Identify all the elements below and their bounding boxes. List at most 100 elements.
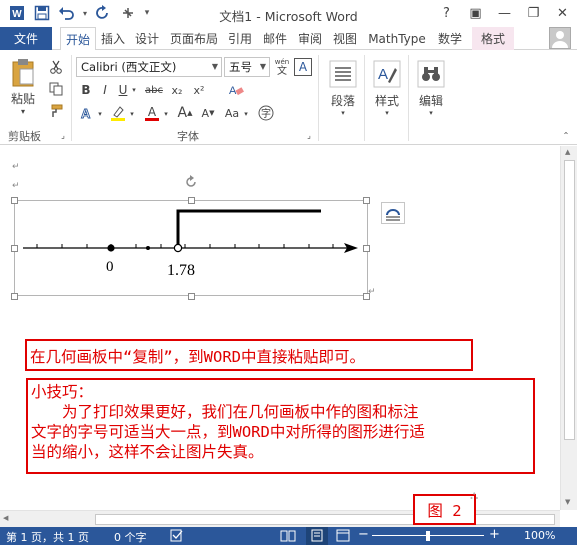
font-color-dropdown-icon[interactable]: ▾ bbox=[162, 106, 170, 122]
tab-insert[interactable]: 插入 bbox=[97, 27, 129, 50]
annotation-tip: 小技巧： 为了打印效果更好，我们在几何画板中作的图和标注 文字的字号可适当大一点… bbox=[26, 378, 535, 474]
horizontal-scroll-thumb[interactable] bbox=[95, 514, 555, 525]
resize-handle[interactable] bbox=[11, 293, 18, 300]
print-layout-icon[interactable] bbox=[306, 527, 328, 545]
zoom-slider-thumb[interactable] bbox=[426, 531, 430, 541]
cut-icon[interactable] bbox=[46, 58, 66, 76]
paste-label: 粘贴 bbox=[10, 92, 35, 106]
user-avatar[interactable] bbox=[549, 27, 571, 49]
layout-options-icon[interactable] bbox=[381, 202, 405, 224]
tip-line-1: 为了打印效果更好，我们在几何画板中作的图和标注 bbox=[31, 403, 419, 421]
effects-dropdown-icon[interactable]: ▾ bbox=[96, 106, 104, 122]
tab-layout[interactable]: 页面布局 bbox=[166, 27, 222, 50]
vertical-scroll-thumb[interactable] bbox=[564, 160, 575, 440]
format-painter-icon[interactable] bbox=[46, 102, 66, 120]
resize-handle[interactable] bbox=[188, 197, 195, 204]
highlight-icon[interactable] bbox=[108, 104, 128, 122]
superscript-button[interactable]: x² bbox=[190, 81, 208, 99]
vertical-scrollbar[interactable]: ▲ ▼ bbox=[560, 146, 577, 510]
underline-button[interactable]: U bbox=[116, 81, 130, 99]
clipboard-launcher-icon[interactable]: ⌟ bbox=[58, 130, 68, 140]
tip-line-3: 当的缩小，这样不会让图片失真。 bbox=[31, 443, 264, 461]
tip-title: 小技巧： bbox=[31, 383, 94, 401]
font-launcher-icon[interactable]: ⌟ bbox=[304, 130, 314, 140]
ribbon-home: 粘贴 ▾ 剪贴板 ⌟ Calibri (西文正文) ▼ 五号 ▼ wén 文 A… bbox=[0, 50, 577, 145]
clipboard-group-label: 剪贴板 bbox=[8, 130, 41, 143]
shrink-font-button[interactable]: A ▼ bbox=[198, 104, 218, 122]
word-count-status[interactable]: 0 个字 bbox=[114, 529, 147, 545]
ribbon-tabs: 文件 开始 插入 设计 页面布局 引用 邮件 审阅 视图 MathType 数学… bbox=[0, 27, 577, 51]
font-size-combo[interactable]: 五号 ▼ bbox=[224, 57, 270, 77]
tip-line-2: 文字的字号可适当大一点，到WORD中对所得的图形进行适 bbox=[31, 423, 425, 441]
clear-format-icon[interactable]: A bbox=[226, 81, 246, 99]
font-color-button[interactable]: A bbox=[142, 104, 162, 122]
italic-button[interactable]: I bbox=[98, 81, 112, 99]
char-border-button[interactable]: A bbox=[294, 58, 312, 76]
paragraph-mark-icon: ↵ bbox=[12, 181, 20, 191]
pasted-drawing[interactable]: 0 1.78 bbox=[11, 197, 370, 300]
grow-font-button[interactable]: A ▲ bbox=[175, 104, 195, 122]
restore-button[interactable]: ❐ bbox=[519, 0, 548, 27]
resize-handle[interactable] bbox=[363, 197, 370, 204]
styles-label: 样式 bbox=[374, 93, 399, 108]
text-effects-icon[interactable]: A bbox=[78, 104, 96, 122]
font-name-combo[interactable]: Calibri (西文正文) ▼ bbox=[76, 57, 222, 77]
tab-design[interactable]: 设计 bbox=[131, 27, 163, 50]
resize-handle[interactable] bbox=[11, 197, 18, 204]
resize-handle[interactable] bbox=[11, 245, 18, 252]
chevron-down-icon: ▾ bbox=[385, 108, 389, 117]
subscript-button[interactable]: x₂ bbox=[168, 81, 186, 99]
paragraph-label: 段落 bbox=[330, 93, 355, 108]
tab-file[interactable]: 文件 bbox=[0, 27, 52, 50]
number-line-figure bbox=[23, 209, 358, 253]
underline-dropdown-icon[interactable]: ▾ bbox=[130, 82, 138, 98]
page-count-status[interactable]: 第 1 页，共 1 页 bbox=[6, 529, 89, 545]
scroll-down-icon[interactable]: ▼ bbox=[565, 498, 570, 506]
editing-button[interactable]: 编辑 ▾ bbox=[412, 56, 450, 120]
tab-references[interactable]: 引用 bbox=[224, 27, 256, 50]
tab-view[interactable]: 视图 bbox=[329, 27, 361, 50]
tab-mailings[interactable]: 邮件 bbox=[259, 27, 291, 50]
font-group-label: 字体 bbox=[177, 130, 199, 143]
help-button[interactable]: ? bbox=[432, 0, 461, 27]
change-case-dropdown-icon[interactable]: ▾ bbox=[242, 106, 250, 122]
copy-icon[interactable] bbox=[46, 80, 66, 98]
scroll-up-icon[interactable]: ▲ bbox=[565, 148, 570, 156]
paragraph-mark-icon: ↵ bbox=[12, 162, 20, 172]
phonetic-guide-button[interactable]: wén 文 bbox=[272, 56, 292, 78]
proofing-icon[interactable] bbox=[170, 529, 184, 545]
chevron-down-icon: ▾ bbox=[429, 108, 433, 117]
enclose-char-icon[interactable]: 字 bbox=[256, 104, 276, 122]
resize-handle[interactable] bbox=[188, 293, 195, 300]
font-color-bar bbox=[145, 117, 159, 121]
paragraph-button[interactable]: 段落 ▾ bbox=[324, 56, 362, 120]
highlight-dropdown-icon[interactable]: ▾ bbox=[128, 106, 136, 122]
tab-mathtype[interactable]: MathType bbox=[364, 27, 430, 50]
styles-button[interactable]: A 样式 ▾ bbox=[368, 56, 406, 120]
read-mode-icon[interactable] bbox=[280, 529, 296, 545]
rotate-handle-icon[interactable] bbox=[184, 175, 198, 189]
zoom-in-icon[interactable]: + bbox=[489, 527, 500, 542]
close-button[interactable]: ✕ bbox=[548, 0, 577, 27]
paste-button[interactable]: 粘贴 ▾ bbox=[6, 58, 40, 116]
title-bar: W ▾ ▾ 文档1 - Microsoft Word ? ▣ — ❐ ✕ bbox=[0, 0, 577, 27]
collapse-ribbon-icon[interactable]: ⌃ bbox=[560, 130, 572, 140]
zoom-out-icon[interactable]: − bbox=[358, 527, 369, 542]
tab-home[interactable]: 开始 bbox=[60, 27, 96, 51]
change-case-button[interactable]: Aa bbox=[222, 104, 242, 122]
bold-button[interactable]: B bbox=[78, 81, 94, 99]
ribbon-display-button[interactable]: ▣ bbox=[461, 0, 490, 27]
zoom-level[interactable]: 100% bbox=[524, 529, 555, 542]
tab-format[interactable]: 格式 bbox=[472, 27, 514, 50]
tab-math[interactable]: 数学 bbox=[433, 27, 467, 50]
minimize-button[interactable]: — bbox=[490, 0, 519, 27]
chevron-down-icon: ▼ bbox=[259, 62, 266, 71]
strikethrough-button[interactable]: abc bbox=[142, 81, 166, 99]
chevron-down-icon: ▾ bbox=[341, 108, 345, 117]
web-layout-icon[interactable] bbox=[336, 529, 350, 545]
tab-review[interactable]: 审阅 bbox=[294, 27, 326, 50]
scroll-left-icon[interactable]: ◀ bbox=[3, 514, 8, 522]
figure-label: 图 2 bbox=[413, 494, 476, 525]
horizontal-scrollbar[interactable]: ◀ bbox=[0, 510, 560, 527]
resize-handle[interactable] bbox=[363, 245, 370, 252]
